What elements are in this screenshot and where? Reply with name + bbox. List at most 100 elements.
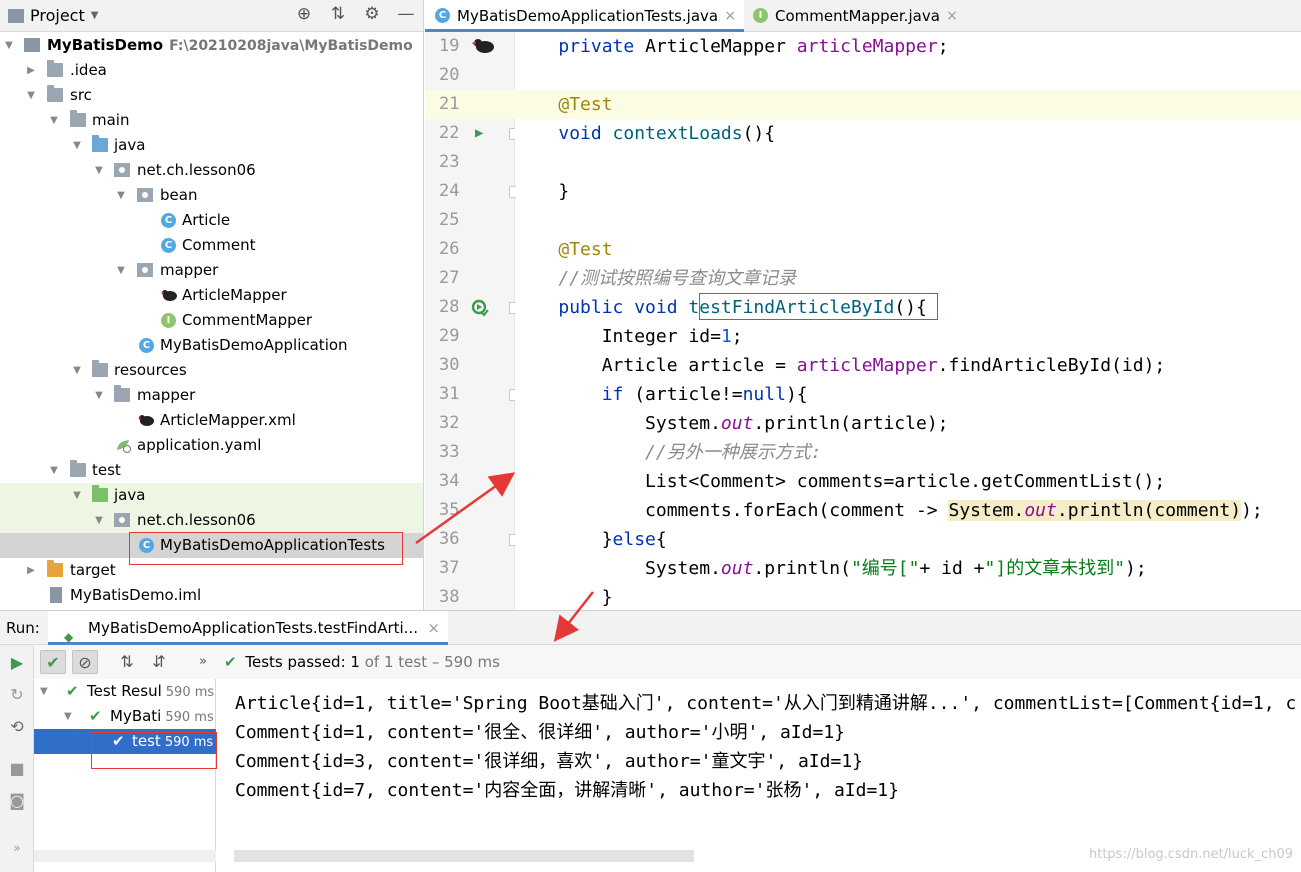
gutter-line: 37	[425, 554, 515, 583]
tree-item-package[interactable]: ▼ net.ch.lesson06	[0, 158, 423, 183]
collapse-all-icon[interactable]: ⇅	[328, 4, 348, 24]
expand-arrow-icon[interactable]: ▶	[24, 558, 38, 583]
line-number: 37	[439, 558, 460, 578]
tree-item-article-mapper[interactable]: ArticleMapper	[0, 283, 423, 308]
line-number: 27	[439, 268, 460, 288]
camera-icon[interactable]: ◙	[7, 791, 27, 811]
code-line: @Test	[515, 90, 1301, 119]
test-tree-method[interactable]: ✔ test 590 ms	[34, 729, 216, 754]
rerun-icon[interactable]: ▶	[7, 653, 27, 673]
tree-item-resources[interactable]: ▼ resources	[0, 358, 423, 383]
tree-item-test[interactable]: ▼ test	[0, 458, 423, 483]
test-tree-root[interactable]: ▼ ✔ Test Resul 590 ms	[34, 679, 216, 704]
toggle-auto-test-icon[interactable]: ⟲	[7, 717, 27, 737]
console-output[interactable]: Article{id=1, title='Spring Boot基础入门', c…	[217, 679, 1301, 872]
package-icon	[114, 513, 130, 527]
expand-arrow-icon[interactable]: ▼	[92, 158, 106, 183]
tree-item-test-java[interactable]: ▼ java	[0, 483, 423, 508]
tree-item-article[interactable]: C Article	[0, 208, 423, 233]
tree-item-main-java[interactable]: ▼ java	[0, 133, 423, 158]
locate-icon[interactable]: ⊕	[294, 4, 314, 24]
code-token: @Test	[558, 239, 613, 260]
expand-arrow-icon[interactable]: ▼	[40, 679, 48, 704]
project-view-selector[interactable]: Project ▼	[8, 6, 98, 25]
tree-item-src[interactable]: ▼ src	[0, 83, 423, 108]
tree-item-bean[interactable]: ▼ bean	[0, 183, 423, 208]
code-area[interactable]: private ArticleMapper articleMapper; @Te…	[515, 32, 1301, 610]
code-token: List<Comment> comments=article.getCommen…	[645, 471, 1166, 492]
tree-item-application[interactable]: C MyBatisDemoApplication	[0, 333, 423, 358]
tree-item-project-root[interactable]: ▼ MyBatisDemo F:\20210208java\MyBatisDemo	[0, 33, 423, 58]
code-line: if (article!=null){	[601, 384, 808, 405]
line-number: 20	[439, 65, 460, 85]
tree-item-label: main	[92, 111, 130, 129]
rerun-passed-test-icon[interactable]	[471, 299, 489, 317]
mybatis-navigate-icon[interactable]	[471, 36, 495, 56]
tab-application-tests[interactable]: C MyBatisDemoApplicationTests.java ×	[425, 0, 745, 32]
more-icon[interactable]: »	[7, 841, 27, 861]
check-icon: ✔	[66, 682, 79, 700]
close-icon[interactable]: ×	[946, 0, 958, 32]
tree-item-resources-mapper[interactable]: ▼ mapper	[0, 383, 423, 408]
expand-arrow-icon[interactable]: ▶	[24, 58, 38, 83]
tab-comment-mapper[interactable]: I CommentMapper.java ×	[743, 0, 966, 32]
mybatis-icon	[138, 415, 154, 426]
expand-arrow-icon[interactable]: ▼	[70, 133, 84, 158]
tree-item-iml[interactable]: MyBatisDemo.iml	[0, 583, 423, 608]
gear-icon[interactable]: ⚙	[362, 4, 382, 24]
expand-arrow-icon[interactable]: ▼	[2, 33, 16, 58]
code-token: out	[720, 558, 754, 579]
tree-item-article-mapper-xml[interactable]: ArticleMapper.xml	[0, 408, 423, 433]
expand-arrow-icon[interactable]: ▼	[114, 258, 128, 283]
class-icon: C	[161, 213, 176, 228]
show-ignored-icon[interactable]: ⊘	[72, 650, 98, 674]
tree-item-main[interactable]: ▼ main	[0, 108, 423, 133]
stop-icon[interactable]: ■	[7, 759, 27, 779]
tree-item-label: CommentMapper	[182, 311, 313, 329]
tree-item-application-tests[interactable]: C MyBatisDemoApplicationTests	[0, 533, 423, 558]
code-token: contextLoads	[612, 123, 743, 144]
expand-arrow-icon[interactable]: ▼	[92, 383, 106, 408]
expand-arrow-icon[interactable]: ▼	[70, 358, 84, 383]
mybatis-icon	[161, 290, 177, 301]
horizontal-scrollbar[interactable]	[34, 850, 216, 862]
run-tab-label: MyBatisDemoApplicationTests.testFindArti…	[88, 619, 418, 637]
expand-arrow-icon[interactable]: ▼	[92, 508, 106, 533]
more-actions-icon[interactable]: »	[190, 650, 216, 674]
code-token: comments.forEach(comment ->	[645, 500, 949, 521]
minimize-icon[interactable]: —	[396, 4, 416, 24]
horizontal-scrollbar-thumb[interactable]	[234, 850, 694, 862]
close-icon[interactable]: ×	[427, 611, 440, 645]
test-tree-class[interactable]: ▼ ✔ MyBati 590 ms	[34, 704, 216, 729]
editor-gutter: 19 20 21 22 ▶ 23 24 25 26 27 28 29 30 31…	[425, 32, 521, 610]
tree-item-mapper-pkg[interactable]: ▼ mapper	[0, 258, 423, 283]
source-folder-icon	[92, 135, 108, 152]
tree-item-test-package[interactable]: ▼ net.ch.lesson06	[0, 508, 423, 533]
expand-arrow-icon[interactable]: ▼	[64, 704, 72, 729]
gutter-line: 30	[425, 351, 515, 380]
code-token: System.	[645, 558, 721, 579]
expand-arrow-icon[interactable]: ▼	[24, 83, 38, 108]
expand-arrow-icon[interactable]: ▼	[114, 183, 128, 208]
rerun-failed-icon[interactable]: ↻	[7, 685, 27, 705]
code-line: //测试按照编号查询文章记录	[515, 264, 1301, 293]
close-icon[interactable]: ×	[724, 0, 736, 32]
code-token: testFindArticleById	[688, 297, 895, 318]
tab-label: CommentMapper.java	[775, 7, 940, 25]
tree-item-comment[interactable]: C Comment	[0, 233, 423, 258]
package-icon	[137, 188, 153, 202]
code-line: //另外一种展示方式:	[515, 438, 1301, 467]
run-tab[interactable]: ◆ MyBatisDemoApplicationTests.testFindAr…	[48, 611, 448, 645]
line-number: 28	[439, 297, 460, 317]
tree-item-target[interactable]: ▶ target	[0, 558, 423, 583]
sort-by-duration-icon[interactable]: ⇵	[146, 650, 172, 674]
expand-arrow-icon[interactable]: ▼	[47, 108, 61, 133]
expand-arrow-icon[interactable]: ▼	[47, 458, 61, 483]
sort-alphabetically-icon[interactable]: ⇅	[114, 650, 140, 674]
tree-item-application-yaml[interactable]: application.yaml	[0, 433, 423, 458]
tree-item-idea[interactable]: ▶ .idea	[0, 58, 423, 83]
expand-arrow-icon[interactable]: ▼	[70, 483, 84, 508]
run-test-icon[interactable]: ▶	[475, 119, 483, 148]
show-passed-icon[interactable]: ✔	[40, 650, 66, 674]
tree-item-comment-mapper[interactable]: I CommentMapper	[0, 308, 423, 333]
